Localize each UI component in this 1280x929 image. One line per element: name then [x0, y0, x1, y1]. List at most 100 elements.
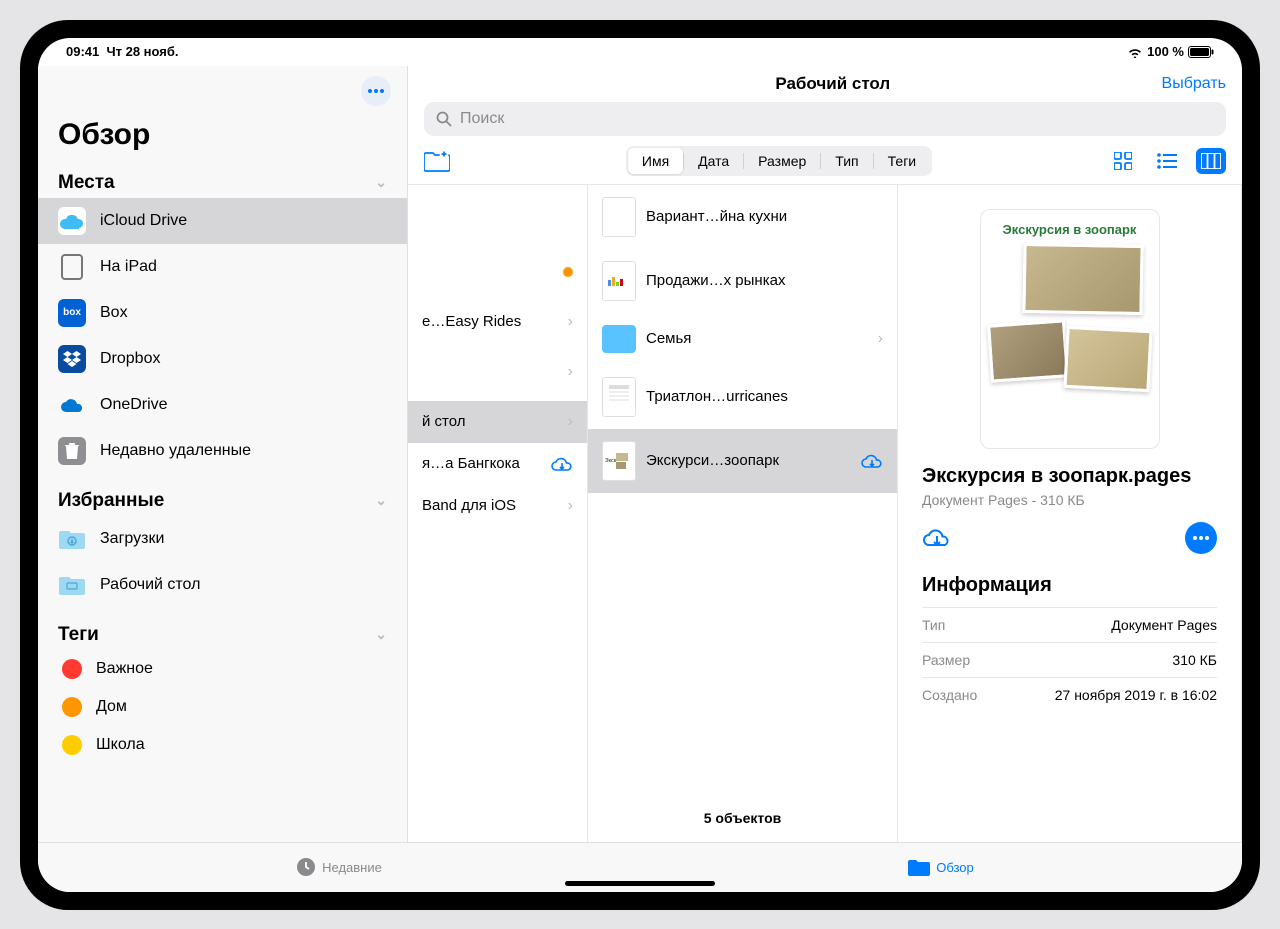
tag-dot-icon — [62, 697, 82, 717]
info-header: Информация — [922, 574, 1217, 597]
folder-icon — [908, 858, 930, 876]
status-battery-pct: 100 % — [1147, 44, 1184, 59]
column-1: e…Easy Rides› › й стол› я…а Бангкока Ban… — [408, 185, 588, 842]
dropbox-icon — [63, 351, 81, 367]
sidebar-item-label: Dropbox — [100, 350, 160, 368]
folder-desktop-icon — [59, 575, 85, 595]
file-preview: Экскурсия в зоопарк — [980, 209, 1160, 449]
info-row: ТипДокумент Pages — [922, 607, 1217, 642]
file-meta: Документ Pages - 310 КБ — [922, 492, 1217, 508]
chevron-right-icon: › — [568, 363, 573, 381]
sidebar-item-label: Недавно удаленные — [100, 442, 251, 460]
chevron-right-icon: › — [878, 330, 883, 348]
folder-downloads-icon — [59, 529, 85, 549]
list-item[interactable]: Вариант…йна кухни — [588, 185, 897, 249]
cloud-download-icon[interactable] — [861, 452, 883, 470]
chevron-down-icon: ⌄ — [375, 492, 387, 509]
status-date: Чт 28 нояб. — [106, 44, 178, 59]
download-button[interactable] — [922, 526, 952, 550]
info-row: Размер310 КБ — [922, 642, 1217, 677]
ipad-icon — [61, 254, 83, 280]
list-item[interactable]: Продажи…х рынках — [588, 249, 897, 313]
view-columns-button[interactable] — [1196, 148, 1226, 174]
list-item[interactable]: Band для iOS› — [408, 485, 587, 527]
chevron-right-icon: › — [568, 413, 573, 431]
sidebar-item-dropbox[interactable]: Dropbox — [38, 336, 407, 382]
sort-name[interactable]: Имя — [628, 148, 683, 174]
cloud-download-icon[interactable] — [551, 455, 573, 473]
tag-dot-icon — [62, 735, 82, 755]
status-bar: 09:41 Чт 28 нояб. 100 % — [38, 38, 1242, 66]
chevron-right-icon: › — [568, 497, 573, 515]
sidebar-item-label: Важное — [96, 660, 153, 678]
sidebar: Обзор Места ⌄ iCloud Drive На iPad box — [38, 66, 408, 842]
list-item[interactable]: я…а Бангкока — [408, 443, 587, 485]
chevron-down-icon: ⌄ — [375, 174, 387, 191]
tags-header[interactable]: Теги ⌄ — [38, 618, 407, 650]
view-grid-button[interactable] — [1108, 148, 1138, 174]
view-list-button[interactable] — [1152, 148, 1182, 174]
info-row: Создано27 ноября 2019 г. в 16:02 — [922, 677, 1217, 712]
icloud-icon — [60, 213, 84, 229]
sidebar-tag-important[interactable]: Важное — [38, 650, 407, 688]
clock-icon — [296, 857, 316, 877]
sort-size[interactable]: Размер — [744, 148, 820, 174]
sidebar-item-onedrive[interactable]: OneDrive — [38, 382, 407, 428]
favorites-header[interactable]: Избранные ⌄ — [38, 484, 407, 516]
search-icon — [436, 111, 452, 127]
sidebar-item-desktop[interactable]: Рабочий стол — [38, 562, 407, 608]
file-name: Экскурсия в зоопарк.pages — [922, 465, 1217, 488]
new-folder-button[interactable] — [424, 150, 450, 172]
sort-tags[interactable]: Теги — [874, 148, 930, 174]
onedrive-icon — [60, 397, 84, 413]
list-item[interactable] — [408, 243, 587, 301]
sidebar-more-button[interactable] — [361, 76, 391, 106]
sidebar-item-icloud[interactable]: iCloud Drive — [38, 198, 407, 244]
sidebar-item-ipad[interactable]: На iPad — [38, 244, 407, 290]
sidebar-tag-school[interactable]: Школа — [38, 726, 407, 764]
folder-icon — [602, 325, 636, 353]
column-2: Вариант…йна кухни Продажи…х рынках Семья… — [588, 185, 898, 842]
sidebar-item-label: iCloud Drive — [100, 212, 187, 230]
trash-icon — [65, 442, 79, 460]
sort-segment: Имя Дата Размер Тип Теги — [626, 146, 932, 176]
item-count: 5 объектов — [588, 794, 897, 842]
sidebar-item-downloads[interactable]: Загрузки — [38, 516, 407, 562]
sort-date[interactable]: Дата — [684, 148, 743, 174]
sidebar-title: Обзор — [38, 112, 407, 166]
locations-header[interactable]: Места ⌄ — [38, 166, 407, 198]
list-item[interactable] — [408, 185, 587, 243]
sidebar-item-label: Школа — [96, 736, 145, 754]
list-item[interactable]: Семья › — [588, 313, 897, 365]
home-indicator[interactable] — [565, 881, 715, 886]
sidebar-item-label: Box — [100, 304, 128, 322]
sidebar-item-label: Дом — [96, 698, 127, 716]
battery-icon — [1188, 46, 1214, 58]
preview-pane: Экскурсия в зоопарк Экскурсия в зоопарк.… — [898, 185, 1242, 842]
status-time: 09:41 — [66, 44, 99, 59]
list-item[interactable]: e…Easy Rides› — [408, 301, 587, 343]
sidebar-item-box[interactable]: box Box — [38, 290, 407, 336]
sidebar-item-label: OneDrive — [100, 396, 168, 414]
sidebar-item-label: На iPad — [100, 258, 157, 276]
list-item[interactable]: Триатлон…urricanes — [588, 365, 897, 429]
file-more-button[interactable] — [1185, 522, 1217, 554]
search-input[interactable]: Поиск — [424, 102, 1226, 136]
page-title: Рабочий стол — [504, 74, 1162, 94]
tab-recents[interactable]: Недавние — [38, 843, 640, 892]
list-item[interactable]: й стол› — [408, 401, 587, 443]
sidebar-item-label: Рабочий стол — [100, 576, 200, 594]
sidebar-tag-home[interactable]: Дом — [38, 688, 407, 726]
chevron-right-icon: › — [568, 313, 573, 331]
select-button[interactable]: Выбрать — [1162, 75, 1226, 93]
wifi-icon — [1127, 46, 1143, 58]
tab-browse[interactable]: Обзор — [640, 843, 1242, 892]
sidebar-item-label: Загрузки — [100, 530, 164, 548]
list-item[interactable]: Экск Экскурси…зоопарк — [588, 429, 897, 493]
chevron-down-icon: ⌄ — [375, 626, 387, 643]
list-item[interactable]: › — [408, 343, 587, 401]
tag-dot-icon — [62, 659, 82, 679]
search-placeholder: Поиск — [460, 110, 504, 128]
sort-type[interactable]: Тип — [821, 148, 872, 174]
sidebar-item-trash[interactable]: Недавно удаленные — [38, 428, 407, 474]
